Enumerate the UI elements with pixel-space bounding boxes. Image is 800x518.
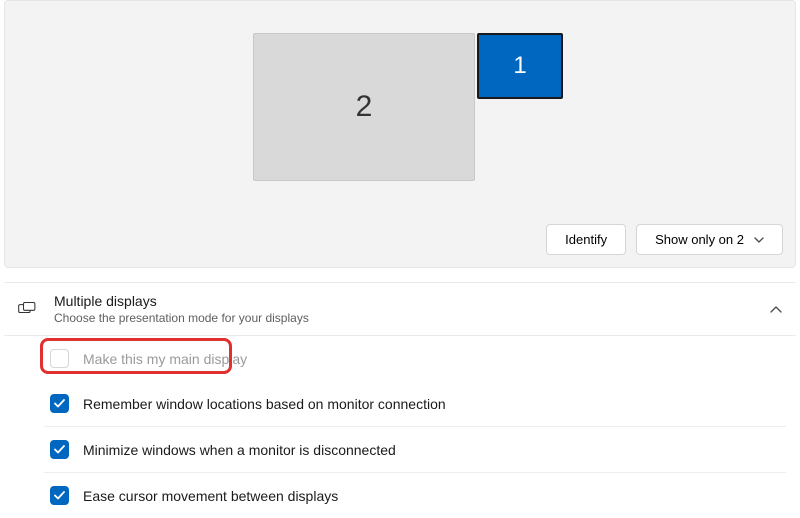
monitor-1-label: 1	[513, 52, 526, 80]
identify-button[interactable]: Identify	[546, 224, 626, 255]
monitor-2-label: 2	[356, 90, 373, 124]
check-icon	[54, 491, 65, 500]
display-arrangement-panel: 2 1 Identify Show only on 2	[4, 0, 796, 268]
display-canvas[interactable]: 2 1	[5, 1, 795, 211]
option-remember-locations: Remember window locations based on monit…	[44, 381, 786, 427]
check-icon	[54, 399, 65, 408]
section-text: Multiple displays Choose the presentatio…	[54, 293, 770, 325]
checkbox-ease-cursor[interactable]	[50, 486, 69, 505]
monitor-2[interactable]: 2	[253, 33, 475, 181]
monitor-1-selected[interactable]: 1	[477, 33, 563, 99]
checkbox-remember-locations[interactable]	[50, 394, 69, 413]
option-ease-cursor: Ease cursor movement between displays	[44, 473, 786, 518]
option-minimize-on-disconnect: Minimize windows when a monitor is disco…	[44, 427, 786, 473]
multiple-displays-section-header[interactable]: Multiple displays Choose the presentatio…	[4, 282, 796, 336]
option-label-ease-cursor: Ease cursor movement between displays	[83, 488, 338, 504]
option-label-remember: Remember window locations based on monit…	[83, 396, 446, 412]
section-title: Multiple displays	[54, 293, 770, 309]
arrange-buttons-row: Identify Show only on 2	[546, 224, 783, 255]
section-subtitle: Choose the presentation mode for your di…	[54, 311, 770, 325]
multiple-displays-options: Make this my main display Remember windo…	[0, 336, 800, 518]
checkbox-make-main-display	[50, 349, 69, 368]
checkbox-minimize-on-disconnect[interactable]	[50, 440, 69, 459]
chevron-up-icon	[770, 306, 782, 313]
identify-button-label: Identify	[565, 232, 607, 247]
option-label-minimize: Minimize windows when a monitor is disco…	[83, 442, 396, 458]
check-icon	[54, 445, 65, 454]
option-make-main-display: Make this my main display	[44, 336, 786, 381]
chevron-down-icon	[754, 237, 764, 243]
projection-mode-dropdown[interactable]: Show only on 2	[636, 224, 783, 255]
projection-mode-label: Show only on 2	[655, 232, 744, 247]
multiple-displays-icon	[18, 302, 36, 316]
option-label-make-main: Make this my main display	[83, 351, 247, 367]
